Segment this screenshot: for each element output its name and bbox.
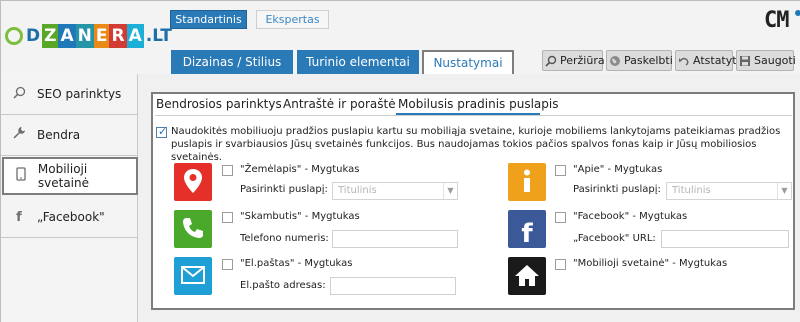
map-button-title: "Žemėlapis" - Mygtukas: [240, 164, 360, 175]
sidebar-item-mobile-site[interactable]: Mobilioji svetainė: [2, 157, 138, 195]
save-button[interactable]: Saugoti: [736, 50, 796, 71]
mobile-site-tile: [508, 257, 546, 295]
facebook-tile: f: [508, 210, 546, 248]
phone-number-label: Telefono numeris:: [240, 233, 329, 244]
sidebar-item-seo[interactable]: SEO parinktys: [1, 74, 138, 115]
tab-content-elements[interactable]: Turinio elementai: [297, 50, 419, 74]
sidebar-item-label: „Facebook": [37, 210, 105, 224]
sidebar-item-label: Bendra: [37, 128, 81, 142]
mode-standard-button[interactable]: Standartinis: [170, 10, 247, 29]
mobile-icon: [4, 167, 38, 185]
email-button-checkbox[interactable]: [222, 259, 233, 270]
logo-letter: E: [93, 24, 110, 48]
facebook-url-input[interactable]: [661, 230, 789, 248]
sidebar-item-label: SEO parinktys: [37, 87, 122, 101]
tab-settings[interactable]: Nustatymai: [422, 50, 514, 75]
map-page-select-value: Titulinis: [338, 185, 377, 196]
logo-letter: R: [109, 24, 127, 48]
about-page-select[interactable]: Titulinis ▼: [666, 182, 792, 200]
map-tile: [174, 163, 212, 201]
facebook-button-title: "Facebook" - Mygtukas: [573, 211, 688, 222]
undo-icon: [678, 54, 690, 68]
logo-letter: D: [26, 26, 41, 46]
logo-letter: A: [126, 24, 144, 48]
about-tile: [508, 163, 546, 201]
email-tile: [174, 257, 212, 295]
settings-panel: Bendrosios parinktys Antraštė ir poraštė…: [151, 92, 795, 310]
envelope-icon: [181, 265, 205, 287]
sidebar-item-label: Mobilioji svetainė: [37, 162, 89, 190]
logo-letter: A: [58, 24, 76, 48]
facebook-icon: f: [16, 209, 22, 225]
publish-label: Paskelbti: [624, 54, 673, 67]
facebook-logo-icon: f: [521, 219, 533, 249]
mode-expert-button[interactable]: Ekspertas: [256, 10, 329, 29]
search-icon: [1, 86, 37, 103]
main-content: Bendrosios parinktys Antraštė ir poraštė…: [138, 74, 800, 322]
globe-icon: [609, 54, 621, 68]
about-page-select-value: Titulinis: [672, 185, 711, 196]
logo-circle-icon: [5, 27, 23, 45]
map-page-label: Pasirinkti puslapį:: [240, 184, 328, 195]
preview-button[interactable]: Peržiūra: [542, 50, 605, 71]
tab-design[interactable]: Dizainas / Stilius: [171, 50, 293, 74]
call-tile: [174, 210, 212, 248]
map-pin-icon: [183, 168, 203, 197]
cms-logo-dot: [795, 10, 800, 16]
about-button-checkbox[interactable]: [555, 165, 566, 176]
phone-number-input[interactable]: [332, 230, 458, 248]
save-label: Saugoti: [754, 54, 796, 67]
call-button-title: "Skambutis" - Mygtukas: [240, 211, 360, 222]
app-window: D Z A N E R A .LT Standartinis Ekspertas…: [0, 0, 800, 322]
about-button-title: "Apie" - Mygtukas: [573, 164, 663, 175]
chevron-down-icon: ▼: [777, 183, 791, 199]
dzanera-logo[interactable]: D Z A N E R A .LT: [5, 23, 174, 49]
map-button-checkbox[interactable]: [222, 165, 233, 176]
subtab-general-options[interactable]: Bendrosios parinktys: [156, 97, 282, 111]
mobile-site-button-checkbox[interactable]: [555, 259, 566, 270]
enable-mobile-home-checkbox[interactable]: [156, 125, 167, 138]
map-page-select[interactable]: Titulinis ▼: [332, 182, 458, 200]
email-address-input[interactable]: [330, 277, 456, 295]
mobile-site-button-title: "Mobilioji svetainė" - Mygtukas: [573, 258, 728, 269]
magnifier-icon: [545, 54, 557, 68]
sidebar-item-general[interactable]: Bendra: [1, 115, 138, 156]
enable-mobile-home-description: Naudokitės mobiliuoju pradžios puslapiu …: [171, 126, 781, 163]
cms-logo: CM: [764, 8, 789, 33]
info-icon: [522, 169, 532, 196]
subtab-header-footer[interactable]: Antraštė ir poraštė: [283, 97, 396, 111]
chevron-down-icon: ▼: [443, 183, 457, 199]
sidebar: SEO parinktys Bendra Mobilioji svetainė …: [1, 74, 138, 322]
facebook-button-checkbox[interactable]: [555, 212, 566, 223]
email-address-label: El.pašto adresas:: [240, 280, 326, 291]
floppy-disk-icon: [739, 54, 751, 68]
logo-letter: N: [75, 24, 94, 48]
phone-icon: [181, 216, 205, 243]
email-button-title: "El.paštas" - Mygtukas: [240, 258, 353, 269]
logo-letter: Z: [42, 24, 59, 48]
facebook-url-label: „Facebook" URL:: [573, 233, 656, 244]
restore-button[interactable]: Atstatyti: [675, 50, 740, 71]
home-icon: [514, 263, 540, 290]
subtab-mobile-homepage[interactable]: Mobilusis pradinis puslapis: [398, 97, 558, 111]
sidebar-item-facebook[interactable]: f „Facebook": [1, 197, 138, 238]
header: D Z A N E R A .LT Standartinis Ekspertas…: [1, 1, 800, 75]
publish-button[interactable]: Paskelbti: [606, 50, 673, 71]
call-button-checkbox[interactable]: [222, 212, 233, 223]
subtab-divider: [155, 115, 792, 116]
about-page-label: Pasirinkti puslapį:: [573, 184, 661, 195]
preview-label: Peržiūra: [560, 54, 605, 67]
wrench-icon: [1, 126, 37, 144]
restore-label: Atstatyti: [693, 54, 740, 67]
